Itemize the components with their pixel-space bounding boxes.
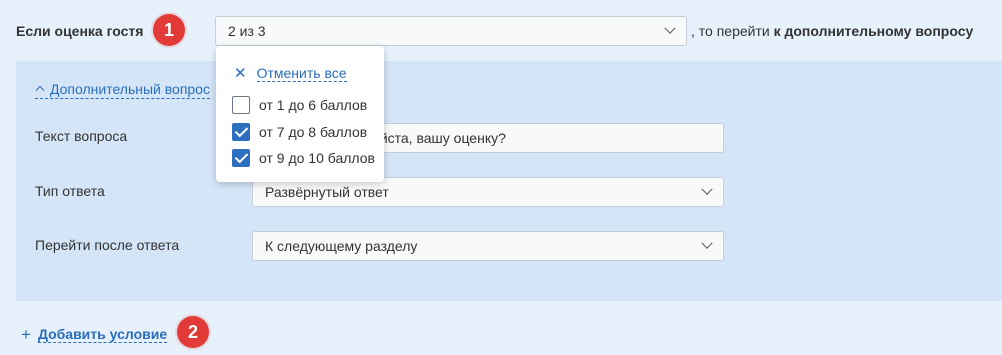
dropdown-option-label: от 1 до 6 баллов bbox=[259, 97, 368, 113]
dropdown-option-label: от 7 до 8 баллов bbox=[259, 124, 368, 140]
chevron-down-icon bbox=[664, 22, 676, 34]
checkbox[interactable] bbox=[232, 96, 250, 114]
plus-icon: + bbox=[21, 325, 31, 344]
then-prefix: , то перейти bbox=[691, 23, 770, 39]
dropdown-option[interactable]: от 1 до 6 баллов bbox=[232, 96, 367, 114]
goto-after-answer-label: Перейти после ответа bbox=[35, 237, 180, 253]
goto-after-answer-value: К следующему разделу bbox=[265, 238, 418, 254]
dropdown-option[interactable]: от 7 до 8 баллов bbox=[232, 123, 367, 141]
chevron-up-icon bbox=[35, 85, 45, 95]
checkbox-checked[interactable] bbox=[232, 149, 250, 167]
score-select[interactable]: 2 из 3 bbox=[215, 16, 687, 46]
checkbox-checked[interactable] bbox=[232, 123, 250, 141]
answer-type-value: Развёрнутый ответ bbox=[265, 184, 389, 200]
chevron-down-icon bbox=[701, 183, 713, 195]
score-dropdown-menu: ✕ Отменить все от 1 до 6 баллов от 7 до 8… bbox=[216, 46, 384, 182]
step-badge-1: 1 bbox=[153, 14, 185, 46]
step-badge-2: 2 bbox=[177, 316, 209, 348]
cancel-all-button[interactable]: ✕ Отменить все bbox=[234, 64, 347, 82]
goto-after-answer-select[interactable]: К следующему разделу bbox=[252, 231, 724, 261]
chevron-down-icon bbox=[701, 237, 713, 249]
then-text: , то перейти к дополнительному вопросу bbox=[691, 23, 973, 39]
dropdown-option-label: от 9 до 10 баллов bbox=[259, 150, 375, 166]
cancel-all-label: Отменить все bbox=[256, 65, 347, 82]
dropdown-option[interactable]: от 9 до 10 баллов bbox=[232, 149, 375, 167]
close-icon: ✕ bbox=[234, 65, 247, 82]
add-condition-button[interactable]: + Добавить условие bbox=[21, 325, 168, 345]
question-text-label: Текст вопроса bbox=[35, 128, 128, 144]
then-target: к дополнительному вопросу bbox=[773, 23, 974, 39]
extra-question-toggle[interactable]: Дополнительный вопрос bbox=[35, 81, 210, 99]
score-select-value: 2 из 3 bbox=[228, 23, 266, 39]
answer-type-label: Тип ответа bbox=[35, 183, 105, 199]
extra-question-toggle-label: Дополнительный вопрос bbox=[50, 81, 210, 97]
condition-label: Если оценка гостя bbox=[16, 23, 144, 39]
add-condition-label: Добавить условие bbox=[37, 326, 168, 343]
